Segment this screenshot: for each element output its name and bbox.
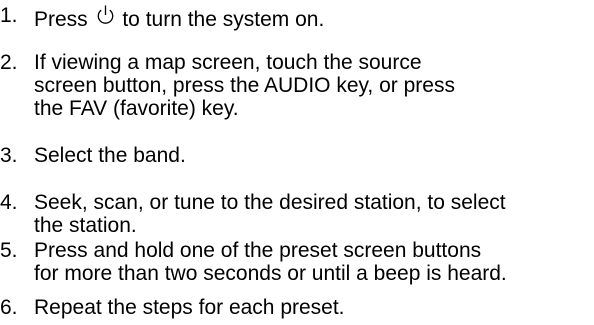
step-line: Press to turn the system on.: [34, 4, 324, 31]
step-number: 4.: [0, 191, 18, 214]
step-text-before-icon: Press: [34, 8, 94, 31]
step-number: 3.: [0, 144, 18, 167]
step-number: 5.: [0, 239, 18, 262]
step-line: If viewing a map screen, touch the sourc…: [34, 51, 422, 74]
step-text: Repeat the steps for each preset.: [34, 296, 345, 319]
step-text: Select the band.: [34, 144, 186, 167]
step-line: Press and hold one of the preset screen …: [34, 239, 482, 262]
step-line: the station.: [34, 214, 137, 237]
step-line: Repeat the steps for each preset.: [34, 296, 345, 319]
step-number: 1.: [0, 4, 18, 27]
step-text-after-icon: to turn the system on.: [116, 8, 325, 31]
step-line: the FAV (favorite) key.: [34, 97, 239, 120]
step-line: Select the band.: [34, 144, 186, 167]
step-number: 2.: [0, 51, 18, 74]
step-text: If viewing a map screen, touch the sourc…: [34, 51, 455, 120]
power-icon: [95, 4, 116, 27]
step-text: Seek, scan, or tune to the desired stati…: [34, 191, 506, 237]
step-line: screen button, press the AUDIO key, or p…: [34, 74, 455, 97]
step-text: Press and hold one of the preset screen …: [34, 239, 507, 285]
step-number: 6.: [0, 296, 18, 319]
step-text: Press to turn the system on.: [34, 4, 324, 31]
step-line: for more than two seconds or until a bee…: [34, 262, 507, 285]
step-line: Seek, scan, or tune to the desired stati…: [34, 191, 506, 214]
